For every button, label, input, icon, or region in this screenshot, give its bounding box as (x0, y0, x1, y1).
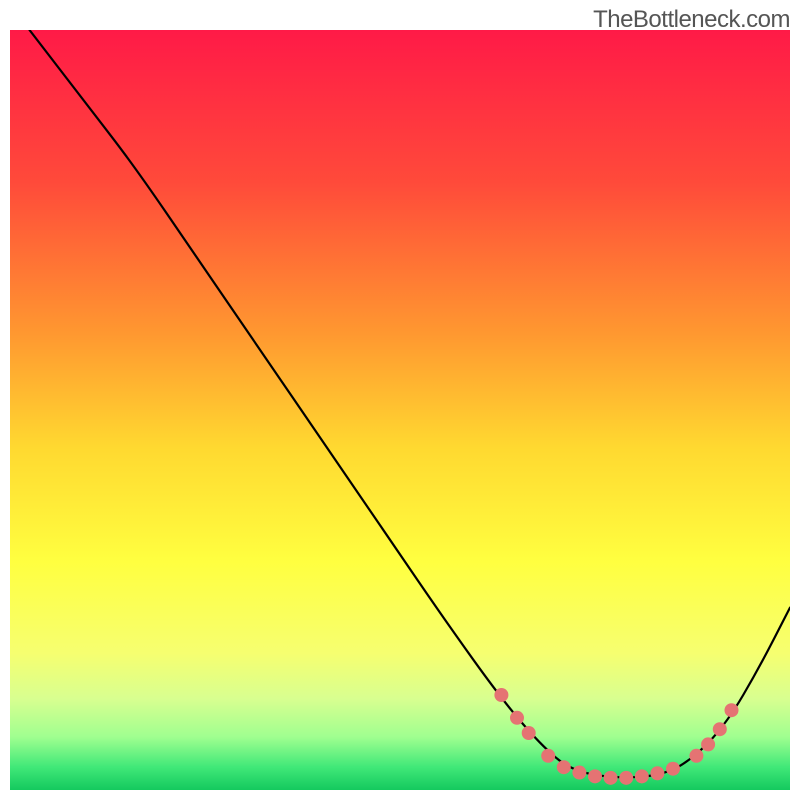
curve-marker (588, 769, 602, 783)
plot-area (10, 30, 790, 790)
curve-marker (541, 749, 555, 763)
curve-marker (725, 703, 739, 717)
curve-marker (557, 760, 571, 774)
curve-marker (494, 688, 508, 702)
curve-marker (713, 722, 727, 736)
curve-marker (604, 771, 618, 785)
gradient-background (10, 30, 790, 790)
curve-marker (522, 726, 536, 740)
curve-marker (650, 766, 664, 780)
chart-canvas: TheBottleneck.com (0, 0, 800, 800)
curve-marker (619, 771, 633, 785)
curve-marker (701, 737, 715, 751)
curve-marker (689, 749, 703, 763)
curve-marker (666, 762, 680, 776)
curve-marker (635, 769, 649, 783)
chart-svg (10, 30, 790, 790)
curve-marker (572, 766, 586, 780)
curve-marker (510, 711, 524, 725)
